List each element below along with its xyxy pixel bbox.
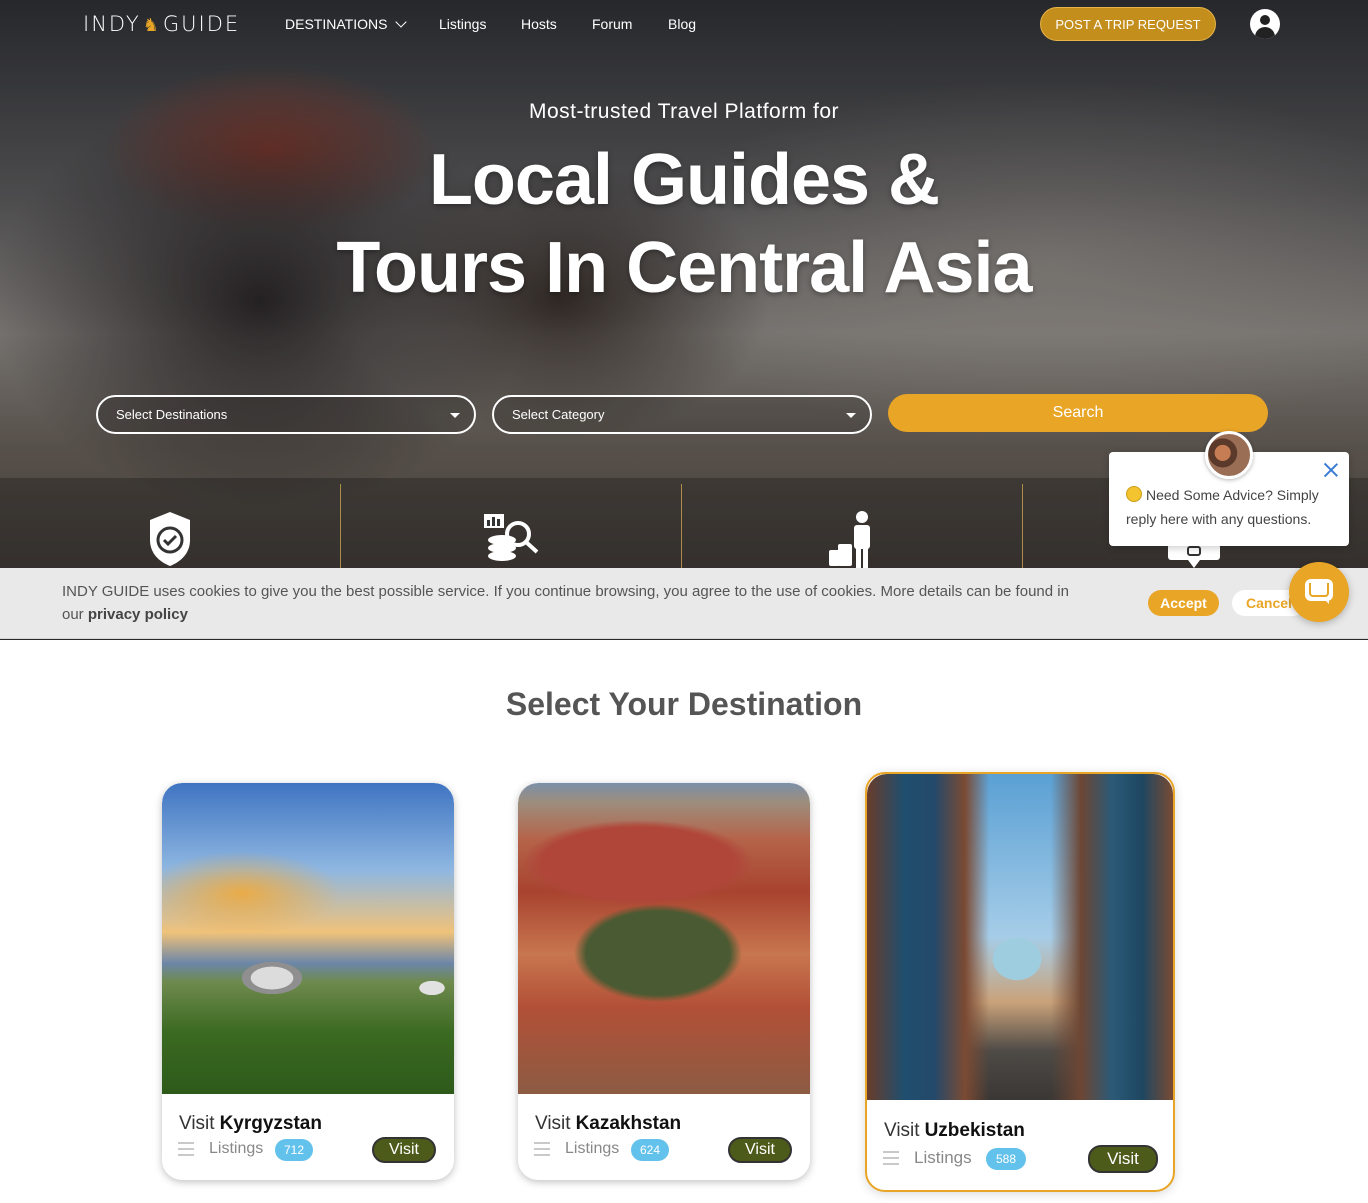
visit-button[interactable]: Visit	[728, 1137, 792, 1163]
listings-label: Listings	[565, 1140, 620, 1157]
card-title: Visit Uzbekistan	[884, 1120, 1025, 1142]
thinking-emoji-icon	[1126, 486, 1142, 502]
nav-listings[interactable]: Listings	[439, 16, 486, 32]
card-title: Visit Kazakhstan	[535, 1113, 681, 1135]
chat-message-text: Need Some Advice? Simply reply here with…	[1126, 487, 1319, 527]
listings-count-badge: 588	[986, 1148, 1026, 1170]
destinations-select[interactable]: Select Destinations	[96, 395, 476, 434]
logo-text-left: INDY	[83, 12, 141, 36]
feature-divider	[340, 484, 341, 574]
section-title: Select Your Destination	[505, 686, 863, 722]
category-select-label: Select Category	[512, 407, 605, 422]
avatar	[1205, 431, 1253, 479]
search-button[interactable]: Search	[888, 394, 1268, 432]
uzbekistan-photo	[867, 774, 1173, 1100]
caret-down-icon	[846, 413, 856, 418]
chat-support-icon	[1168, 544, 1220, 568]
cookie-accept-button[interactable]: Accept	[1148, 590, 1219, 616]
visit-button[interactable]: Visit	[372, 1137, 436, 1163]
camel-icon: ♞	[142, 15, 161, 36]
kyrgyzstan-photo	[162, 783, 454, 1094]
hero-tagline: Most-trusted Travel Platform for	[528, 100, 840, 123]
feature-divider	[681, 484, 682, 574]
chat-bubble-tail	[1323, 598, 1329, 604]
caret-down-icon	[450, 413, 460, 418]
nav-destinations-label: DESTINATIONS	[285, 16, 388, 32]
destination-card-uzbekistan[interactable]: Visit Uzbekistan Listings 588 Visit	[865, 772, 1175, 1192]
country-name: Kyrgyzstan	[219, 1113, 322, 1134]
shield-check-icon	[150, 512, 190, 566]
list-icon	[178, 1142, 194, 1158]
destination-card-kazakhstan[interactable]: Visit Kazakhstan Listings 624 Visit	[518, 783, 810, 1180]
chevron-down-icon	[395, 16, 408, 28]
chat-message: Need Some Advice? Simply reply here with…	[1126, 483, 1336, 531]
card-title: Visit Kyrgyzstan	[179, 1113, 322, 1135]
destination-card-kyrgyzstan[interactable]: Visit Kyrgyzstan Listings 712 Visit	[162, 783, 454, 1180]
listings-label: Listings	[914, 1148, 972, 1167]
listings-label: Listings	[209, 1140, 264, 1157]
listings-count-badge: 624	[631, 1139, 669, 1161]
nav-forum[interactable]: Forum	[592, 16, 632, 32]
chat-bubble-bar	[1309, 583, 1329, 597]
country-name: Kazakhstan	[575, 1113, 682, 1134]
nav-blog[interactable]: Blog	[668, 16, 696, 32]
coins-search-icon	[484, 514, 539, 561]
category-select[interactable]: Select Category	[492, 395, 872, 434]
country-name: Uzbekistan	[924, 1120, 1025, 1141]
user-account-icon[interactable]	[1250, 9, 1280, 39]
nav-destinations[interactable]: DESTINATIONS	[285, 16, 408, 32]
cookie-message: INDY GUIDE uses cookies to give you the …	[62, 583, 1069, 623]
list-icon	[534, 1142, 550, 1158]
cookie-text: INDY GUIDE uses cookies to give you the …	[62, 580, 1072, 626]
privacy-policy-link[interactable]: privacy policy	[88, 606, 188, 623]
nav-hosts[interactable]: Hosts	[521, 16, 557, 32]
list-icon	[883, 1151, 899, 1167]
kazakhstan-photo	[518, 783, 810, 1094]
visit-prefix: Visit	[535, 1113, 571, 1134]
destinations-select-label: Select Destinations	[116, 407, 228, 422]
logo[interactable]: INDY ♞GUIDE	[83, 12, 240, 36]
listings-count-badge: 712	[275, 1139, 313, 1161]
post-trip-request-button[interactable]: POST A TRIP REQUEST	[1040, 7, 1216, 41]
visit-prefix: Visit	[179, 1113, 215, 1134]
chat-launcher-button[interactable]	[1289, 562, 1349, 622]
traveler-luggage-icon	[829, 511, 870, 568]
feature-divider	[1022, 484, 1023, 574]
visit-button[interactable]: Visit	[1088, 1145, 1158, 1173]
top-nav: INDY ♞GUIDE DESTINATIONS Listings Hosts F…	[0, 0, 1368, 50]
visit-prefix: Visit	[884, 1120, 920, 1141]
logo-text-right: GUIDE	[162, 12, 241, 36]
hero-headline: Local Guides & Tours In Central Asia	[336, 140, 1032, 308]
close-icon[interactable]	[1322, 461, 1340, 479]
